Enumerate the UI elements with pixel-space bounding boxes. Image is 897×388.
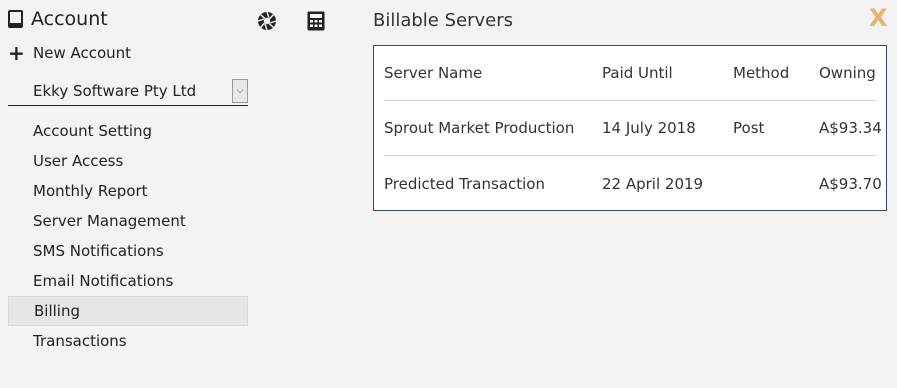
sidebar-item-user-access[interactable]: User Access — [8, 146, 248, 176]
cell-method: Post — [733, 119, 765, 137]
new-account-button[interactable]: + New Account — [8, 41, 132, 65]
billable-servers-table: Server Name Paid Until Method Owning Spr… — [373, 45, 887, 211]
new-account-label: New Account — [33, 44, 132, 62]
column-header-paid-until[interactable]: Paid Until — [602, 64, 733, 82]
cell-owning: A$93.34 — [819, 119, 882, 137]
cell-paid-until: 14 July 2018 — [602, 119, 696, 137]
app-window: Account + New Account Ekky Software Pty … — [0, 0, 897, 388]
cell-server-name: Predicted Transaction — [384, 174, 545, 193]
plus-icon: + — [8, 41, 25, 65]
column-header-method[interactable]: Method — [733, 64, 819, 82]
sidebar-item-transactions[interactable]: Transactions — [8, 326, 248, 356]
account-select-value: Ekky Software Pty Ltd — [33, 81, 197, 100]
cell-owning: A$93.70 — [819, 174, 882, 193]
sidebar-item-sms-notifications[interactable]: SMS Notifications — [8, 236, 248, 266]
sidebar: Account + New Account Ekky Software Pty … — [0, 0, 250, 388]
sidebar-item-billing[interactable]: Billing — [8, 296, 248, 326]
cell-server-name: Sprout Market Production — [384, 119, 575, 137]
sidebar-nav: Account Setting User Access Monthly Repo… — [8, 116, 248, 356]
close-button[interactable]: X — [869, 4, 888, 32]
account-header: Account — [8, 8, 108, 30]
aperture-icon[interactable] — [257, 11, 277, 31]
table-header-row: Server Name Paid Until Method Owning — [384, 46, 877, 101]
table-row[interactable]: Sprout Market Production 14 July 2018 Po… — [384, 101, 882, 156]
column-header-server-name[interactable]: Server Name — [384, 64, 602, 82]
table-row[interactable]: Predicted Transaction 22 April 2019 A$93… — [384, 156, 882, 211]
sidebar-item-server-management[interactable]: Server Management — [8, 206, 248, 236]
sidebar-item-email-notifications[interactable]: Email Notifications — [8, 266, 248, 296]
cell-paid-until: 22 April 2019 — [602, 174, 704, 193]
sidebar-item-monthly-report[interactable]: Monthly Report — [8, 176, 248, 206]
calculator-icon[interactable] — [306, 11, 326, 31]
chevron-down-icon[interactable]: ⌵ — [232, 78, 248, 103]
tablet-icon — [8, 10, 23, 28]
page-title: Billable Servers — [373, 10, 514, 31]
account-title: Account — [31, 8, 108, 30]
column-header-owning[interactable]: Owning — [819, 64, 877, 82]
account-select[interactable]: Ekky Software Pty Ltd ⌵ — [8, 76, 248, 106]
sidebar-item-account-setting[interactable]: Account Setting — [8, 116, 248, 146]
